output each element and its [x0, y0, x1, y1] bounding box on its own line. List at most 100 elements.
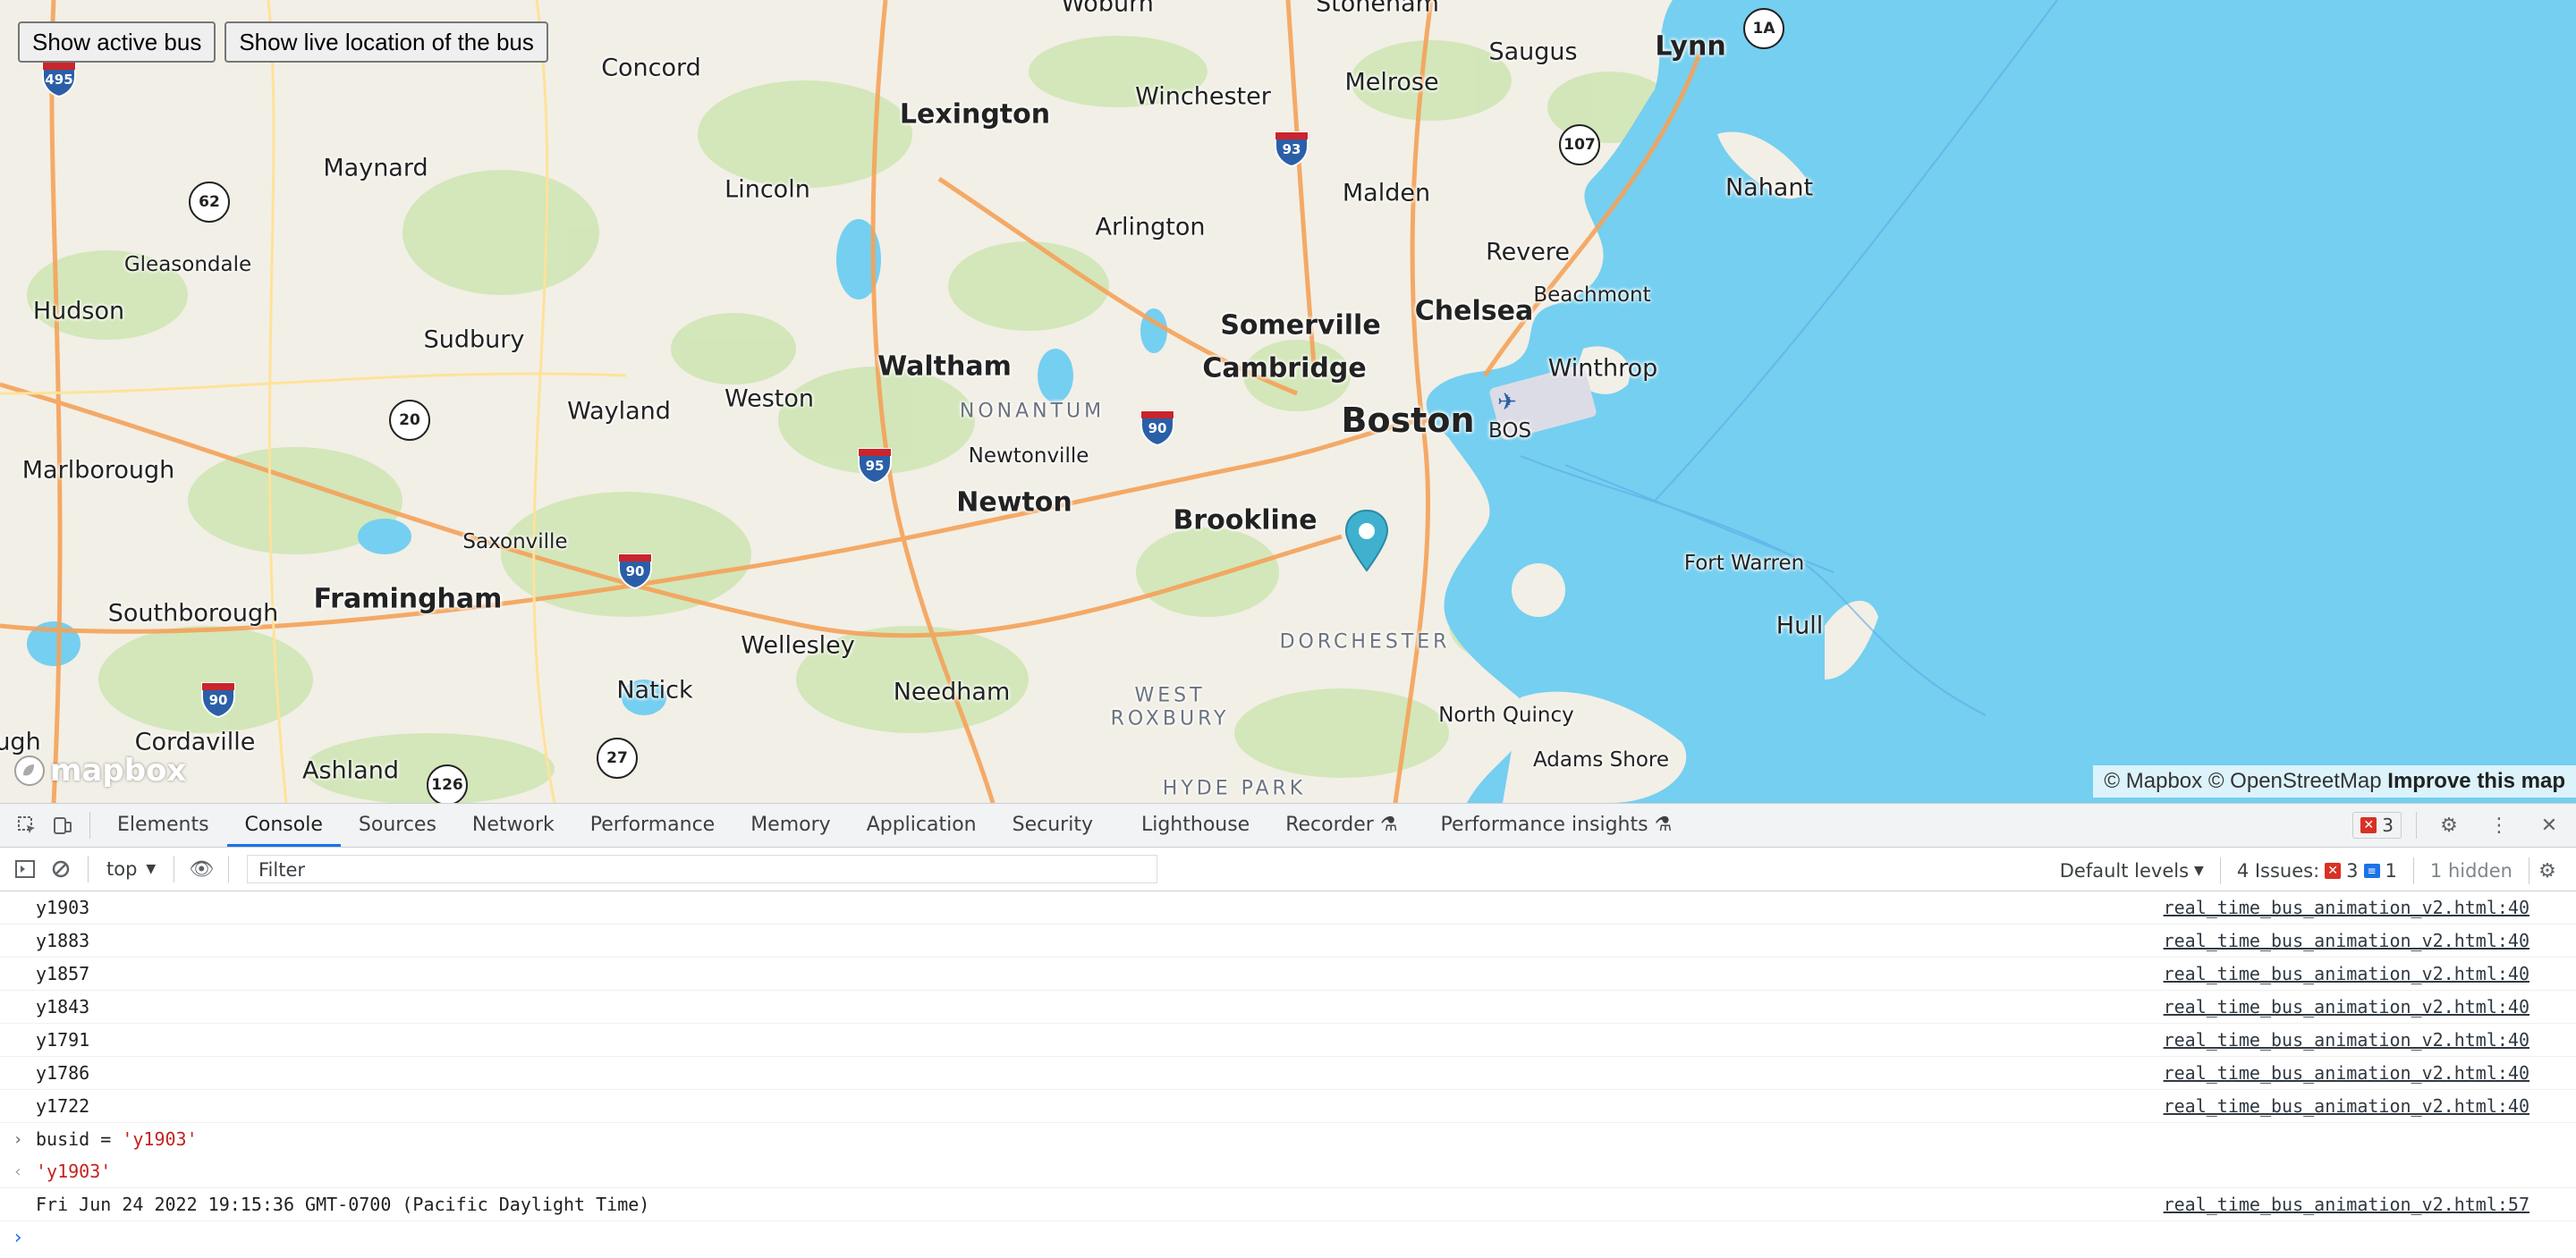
error-count-badge[interactable]: ✕ 3 [2352, 812, 2402, 839]
tab-console[interactable]: Console [226, 804, 342, 847]
show-active-bus-button[interactable]: Show active bus [18, 21, 216, 63]
route-107-icon: 107 [1559, 124, 1600, 165]
hidden-messages-count: 1 hidden [2429, 860, 2512, 882]
interstate-93-number: 93 [1282, 141, 1301, 157]
tab-security[interactable]: Security [995, 804, 1111, 847]
console-input-string: 'y1903' [122, 1128, 198, 1150]
mapbox-logo-icon [14, 756, 45, 786]
label-somerville: Somerville [1220, 309, 1381, 342]
log-text: y1857 [36, 963, 90, 984]
label-weston: Weston [724, 384, 815, 413]
map[interactable]: Show active bus Show live location of th… [0, 0, 2576, 803]
route-20-icon: 20 [389, 400, 430, 441]
console-toolbar: top ▼ 👁 Filter Default levels ▼ 4 Issues… [0, 848, 2576, 891]
console-input-expression: busid = [36, 1128, 123, 1150]
log-text: y1843 [36, 996, 90, 1017]
toolbar-divider [2416, 812, 2417, 839]
label-nahant: Nahant [1724, 173, 1814, 202]
log-source-link[interactable]: real_time_bus_animation_v2.html:40 [2164, 897, 2529, 918]
settings-gear-icon[interactable]: ⚙ [2431, 807, 2467, 843]
attribution-osm-link[interactable]: © OpenStreetMap [2208, 769, 2382, 793]
airport-icon: ✈ [1497, 388, 1517, 415]
tab-network[interactable]: Network [454, 804, 572, 847]
console-output-value: 'y1903' [36, 1161, 112, 1182]
log-levels-label: Default levels [2059, 860, 2190, 882]
map-canvas [0, 0, 2576, 803]
close-devtools-icon[interactable]: ✕ [2531, 807, 2567, 843]
interstate-93-icon: 93 [1272, 129, 1311, 168]
console-prompt[interactable]: › [0, 1221, 2576, 1254]
mapbox-logo-text: mapbox [50, 753, 187, 789]
tab-sources[interactable]: Sources [341, 804, 454, 847]
tab-lighthouse[interactable]: Lighthouse [1123, 804, 1267, 847]
label-nonantum: NONANTUM [959, 400, 1106, 423]
interstate-90-number: 90 [625, 563, 645, 579]
mapbox-logo[interactable]: mapbox [13, 753, 186, 789]
context-select[interactable]: top ▼ [97, 858, 165, 880]
tab-performance[interactable]: Performance [572, 804, 733, 847]
route-27-icon: 27 [597, 738, 638, 779]
label-framingham: Framingham [313, 583, 503, 615]
label-ugh: ugh [0, 728, 41, 756]
log-source-link[interactable]: real_time_bus_animation_v2.html:40 [2164, 1029, 2529, 1051]
inspect-element-icon[interactable] [9, 807, 45, 843]
console-log-row: y1786 real_time_bus_animation_v2.html:40 [0, 1057, 2576, 1090]
label-lynn: Lynn [1655, 30, 1726, 63]
interstate-90-icon: 90 [199, 680, 238, 719]
issues-info-count: 1 [2385, 860, 2397, 882]
tab-application[interactable]: Application [849, 804, 995, 847]
log-source-link[interactable]: real_time_bus_animation_v2.html:57 [2164, 1194, 2529, 1215]
prompt-chevron-icon: › [12, 1226, 24, 1249]
tab-elements[interactable]: Elements [99, 804, 227, 847]
interstate-495-number: 495 [45, 72, 73, 88]
label-lexington: Lexington [899, 98, 1051, 131]
log-levels-dropdown[interactable]: Default levels ▼ [2044, 860, 2220, 882]
label-lincoln: Lincoln [724, 175, 810, 204]
label-cordaville: Cordaville [134, 728, 256, 756]
console-log-row: y1791 real_time_bus_animation_v2.html:40 [0, 1024, 2576, 1057]
issues-label: 4 Issues: [2236, 860, 2320, 882]
improve-map-link[interactable]: Improve this map [2387, 769, 2565, 793]
clear-console-icon[interactable] [43, 851, 79, 887]
console-log-row: y1903 real_time_bus_animation_v2.html:40 [0, 891, 2576, 925]
attribution-mapbox-link[interactable]: © Mapbox [2104, 769, 2202, 793]
label-dorchester: DORCHESTER [1279, 630, 1451, 654]
label-hull: Hull [1775, 612, 1824, 640]
label-marlborough: Marlborough [21, 456, 175, 485]
more-options-icon[interactable]: ⋮ [2481, 807, 2517, 843]
dropdown-arrow-icon: ▼ [2194, 864, 2204, 878]
console-log-row: y1883 real_time_bus_animation_v2.html:40 [0, 925, 2576, 958]
show-sidebar-icon[interactable] [7, 851, 43, 887]
label-saxonville: Saxonville [462, 530, 568, 553]
label-beachmont: Beachmont [1533, 283, 1651, 307]
issues-button[interactable]: 4 Issues: ✕ 3 ≡ 1 [2221, 860, 2413, 882]
label-hudson: Hudson [32, 297, 125, 325]
tab-recorder[interactable]: Recorder ⚗ [1267, 804, 1415, 847]
log-source-link[interactable]: real_time_bus_animation_v2.html:40 [2164, 1062, 2529, 1084]
label-newtonville: Newtonville [968, 444, 1089, 468]
label-newton: Newton [956, 486, 1072, 519]
interstate-95-number: 95 [865, 458, 885, 474]
tab-performance-insights[interactable]: Performance insights ⚗ [1423, 804, 1690, 847]
bus-location-marker-icon[interactable] [1343, 508, 1391, 572]
log-source-link[interactable]: real_time_bus_animation_v2.html:40 [2164, 963, 2529, 984]
log-source-link[interactable]: real_time_bus_animation_v2.html:40 [2164, 1095, 2529, 1117]
label-cambridge: Cambridge [1202, 352, 1367, 384]
label-malden: Malden [1342, 179, 1431, 207]
output-chevron-icon: ‹ [13, 1161, 23, 1181]
route-62-icon: 62 [189, 182, 230, 223]
log-source-link[interactable]: real_time_bus_animation_v2.html:40 [2164, 930, 2529, 951]
log-source-link[interactable]: real_time_bus_animation_v2.html:40 [2164, 996, 2529, 1017]
tab-memory[interactable]: Memory [733, 804, 848, 847]
console-settings-gear-icon[interactable]: ⚙ [2529, 853, 2565, 889]
route-126-icon: 126 [427, 764, 468, 803]
label-needham: Needham [893, 678, 1011, 706]
devtools-panel: Elements Console Sources Network Perform… [0, 803, 2576, 1258]
console-output-row: ‹ 'y1903' [0, 1155, 2576, 1187]
device-toolbar-icon[interactable] [45, 807, 80, 843]
show-live-location-button[interactable]: Show live location of the bus [225, 21, 548, 63]
live-expression-eye-icon[interactable]: 👁 [183, 851, 219, 887]
dropdown-arrow-icon: ▼ [146, 862, 157, 876]
console-filter-input[interactable]: Filter [247, 855, 1157, 883]
label-bos: BOS [1487, 419, 1532, 443]
